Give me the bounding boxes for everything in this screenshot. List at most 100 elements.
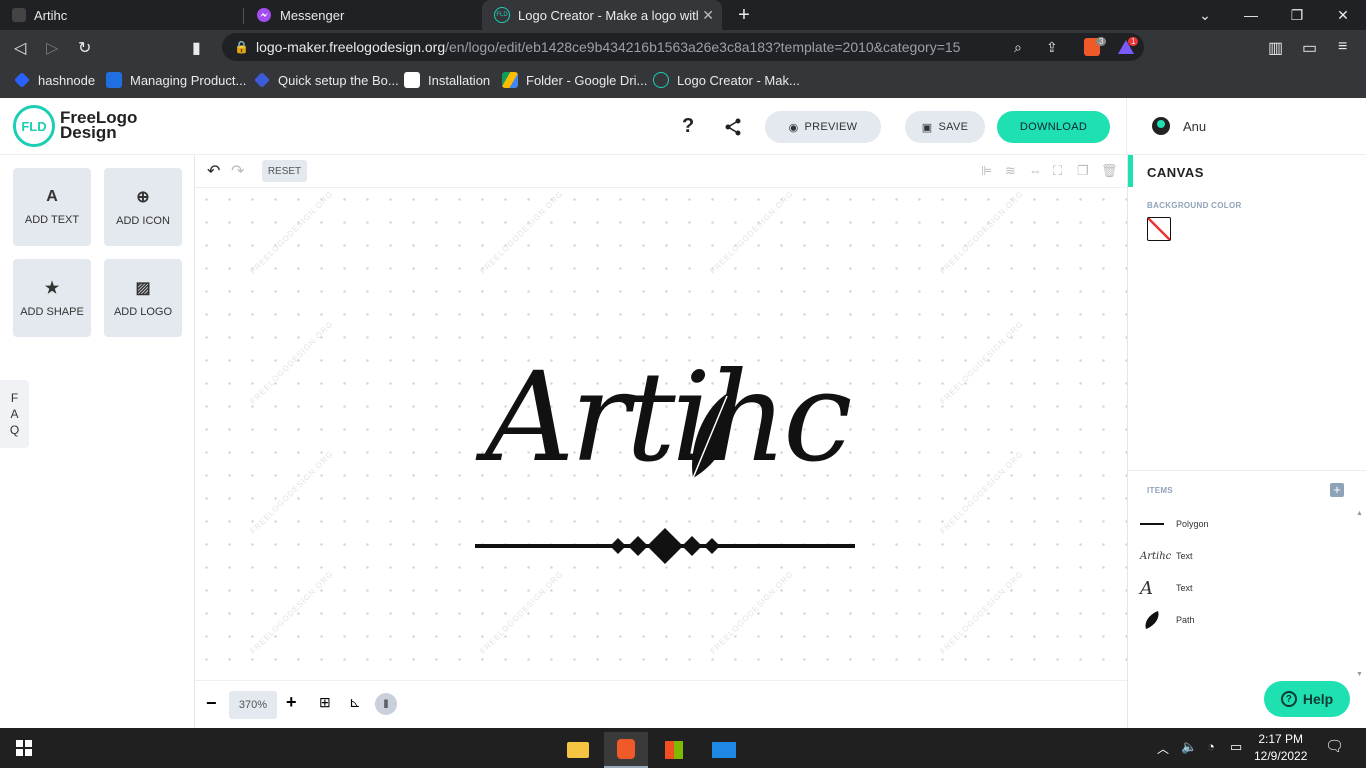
feather-icon[interactable]	[683, 388, 743, 488]
tab-logo-creator[interactable]: FLD Logo Creator - Make a logo with F ✕	[482, 0, 722, 30]
eye-icon: ◉	[788, 121, 799, 134]
share-icon[interactable]: ⇪	[1046, 39, 1058, 56]
canvas-bottom-bar: − 370% + ⊞ ⊾ ‖	[195, 680, 1127, 728]
add-icon-button[interactable]: ⊕ ADD ICON	[104, 168, 182, 246]
share-icon[interactable]	[724, 118, 742, 141]
bookmark-installation[interactable]: Installation	[404, 72, 490, 88]
download-button[interactable]: DOWNLOAD	[997, 111, 1110, 143]
item-polygon[interactable]: Polygon	[1140, 512, 1209, 536]
add-shape-button[interactable]: ★ ADD SHAPE	[13, 259, 91, 337]
show-hidden-icons[interactable]: ︿	[1157, 740, 1169, 757]
bookmark-label: Logo Creator - Mak...	[677, 72, 800, 88]
redo-icon[interactable]: ↷	[231, 161, 244, 181]
ruler-icon[interactable]: ⊾	[349, 694, 361, 711]
item-path[interactable]: Path	[1140, 608, 1195, 632]
bookmark-hashnode[interactable]: hashnode	[14, 72, 95, 88]
item-text[interactable]: A Text	[1140, 576, 1193, 600]
left-tool-panel: A ADD TEXT ⊕ ADD ICON ★ ADD SHAPE ▨ ADD …	[0, 155, 195, 728]
save-label: SAVE	[938, 121, 969, 133]
watermark: FREELOGODESIGN.ORG	[248, 449, 336, 536]
logo-script-text[interactable]: Artihc	[485, 348, 853, 488]
resize-icon[interactable]: ⛶	[1053, 163, 1062, 179]
clock[interactable]: 2:17 PM 12/9/2022	[1254, 731, 1307, 765]
clock-time: 2:17 PM	[1258, 732, 1304, 746]
item-label: Path	[1176, 615, 1195, 625]
items-label: ITEMS	[1147, 486, 1173, 495]
user-avatar[interactable]	[1152, 117, 1170, 135]
undo-icon[interactable]: ↶	[207, 161, 220, 181]
tab-artihc[interactable]: Artihc	[0, 0, 243, 30]
watermark: FREELOGODESIGN.ORG	[938, 449, 1026, 536]
help-icon: ?	[1280, 691, 1297, 707]
wifi-icon[interactable]: ◔	[1207, 739, 1215, 754]
file-explorer-icon[interactable]	[556, 732, 600, 768]
zoom-search-icon[interactable]: ⌕	[1014, 39, 1022, 56]
background-color-swatch[interactable]	[1147, 217, 1171, 241]
tab-messenger[interactable]: Messenger	[244, 0, 481, 30]
bookmark-icon[interactable]: ▮	[192, 38, 201, 58]
logo-artwork[interactable]: Artihc	[465, 338, 865, 568]
minimize-button[interactable]: —	[1228, 0, 1274, 30]
mail-icon[interactable]	[702, 732, 746, 768]
brand-name[interactable]: FreeLogo Design	[60, 109, 137, 141]
zoom-in-icon[interactable]: +	[286, 692, 297, 713]
tool-label: ADD ICON	[116, 215, 170, 227]
star-icon: ★	[44, 280, 60, 297]
reload-icon[interactable]: ↻	[78, 38, 91, 58]
volume-icon[interactable]: 🔈	[1181, 739, 1197, 755]
preview-button[interactable]: ◉ PREVIEW	[765, 111, 881, 143]
forward-icon[interactable]: ▷	[46, 38, 58, 58]
add-item-button[interactable]: +	[1330, 483, 1344, 497]
windows-start-icon[interactable]	[16, 740, 32, 756]
zoom-level[interactable]: 370%	[229, 691, 277, 719]
bookmark-quick-setup[interactable]: Quick setup the Bo...	[254, 72, 399, 88]
save-button[interactable]: ▣ SAVE	[905, 111, 985, 143]
align-icon[interactable]: ⊫	[981, 163, 992, 179]
zoom-out-icon[interactable]: −	[206, 693, 217, 714]
address-bar[interactable]: 🔒 logo-maker.freelogodesign.org/en/logo/…	[222, 33, 1144, 61]
bookmarks-bar: hashnode Managing Product... Quick setup…	[0, 66, 1366, 98]
help-question-icon[interactable]: ?	[682, 115, 694, 138]
watermark: FREELOGODESIGN.ORG	[938, 189, 1026, 276]
fld-logo-mark[interactable]: FLD	[13, 105, 55, 147]
help-button[interactable]: ? Help	[1264, 681, 1350, 717]
microsoft-store-icon[interactable]	[652, 732, 696, 768]
back-icon[interactable]: ◁	[14, 38, 26, 58]
new-tab-button[interactable]: +	[734, 4, 754, 26]
bookmark-label: Installation	[428, 72, 491, 88]
add-logo-button[interactable]: ▨ ADD LOGO	[104, 259, 182, 337]
fld-favicon-icon: FLD	[494, 7, 510, 23]
reset-button[interactable]: RESET	[262, 160, 307, 182]
notification-icon[interactable]: 🗨	[1325, 737, 1344, 755]
design-canvas[interactable]: FREELOGODESIGN.ORG FREELOGODESIGN.ORG FR…	[195, 188, 1127, 680]
faq-tab[interactable]: F A Q	[0, 380, 29, 448]
wallet-icon[interactable]: ▭	[1302, 38, 1317, 58]
close-window-button[interactable]: ✕	[1320, 0, 1366, 30]
maximize-button[interactable]: ❐	[1274, 0, 1320, 30]
battery-icon[interactable]: ▭	[1230, 739, 1242, 755]
brave-browser-icon[interactable]	[604, 732, 648, 768]
trash-icon[interactable]: 🗑	[1101, 163, 1118, 179]
items-scrollbar[interactable]: ▲ ▼	[1356, 510, 1364, 678]
tab-search-icon[interactable]: ⌄	[1182, 0, 1228, 30]
url-host: logo-maker.freelogodesign.org	[256, 39, 446, 55]
user-name[interactable]: Anu	[1183, 119, 1206, 134]
google-drive-icon	[502, 72, 518, 88]
bookmark-google-drive[interactable]: Folder - Google Dri...	[502, 72, 647, 88]
add-text-button[interactable]: A ADD TEXT	[13, 168, 91, 246]
duplicate-icon[interactable]: ❐	[1077, 163, 1089, 179]
grid-icon[interactable]: ⊞	[319, 694, 331, 711]
hashnode-icon	[14, 72, 30, 88]
menu-icon[interactable]: ≡	[1338, 38, 1347, 56]
layers-icon[interactable]: ≋	[1005, 163, 1016, 179]
item-label: Text	[1176, 551, 1193, 561]
sidebar-toggle-icon[interactable]: ▥	[1268, 38, 1283, 58]
bookmark-label: hashnode	[38, 72, 96, 88]
bookmark-label: Managing Product...	[130, 72, 247, 88]
flip-icon[interactable]: ⇔	[1029, 163, 1042, 178]
bookmark-managing-product[interactable]: Managing Product...	[106, 72, 246, 88]
close-tab-icon[interactable]: ✕	[702, 7, 714, 24]
bookmark-logo-creator[interactable]: Logo Creator - Mak...	[653, 72, 800, 88]
guides-icon[interactable]: ‖	[375, 693, 397, 715]
item-text[interactable]: Artihc Text	[1140, 544, 1193, 568]
